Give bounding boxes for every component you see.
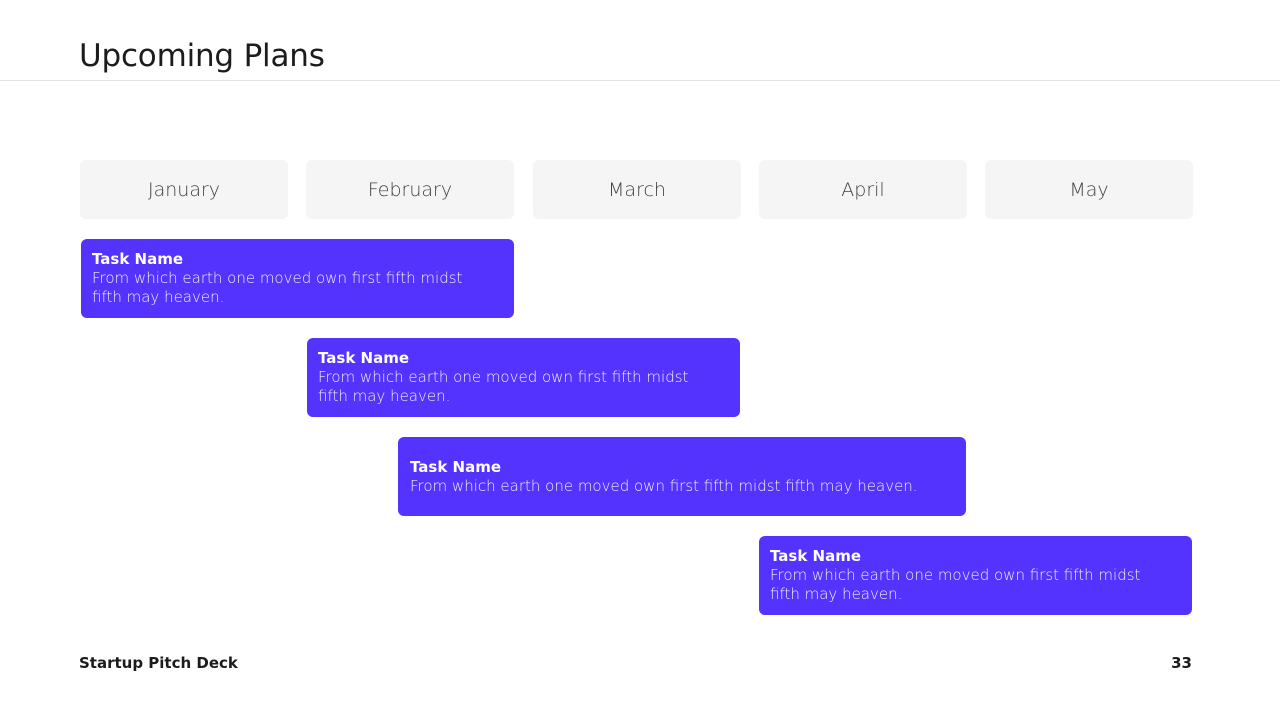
task-name: Task Name	[318, 349, 410, 367]
task-description: From which earth one moved own first fif…	[410, 476, 918, 495]
page-title: Upcoming Plans	[79, 38, 325, 74]
month-header-march: March	[533, 160, 741, 219]
page-number: 33	[1171, 654, 1192, 672]
slide: Upcoming Plans January February March Ap…	[0, 0, 1280, 720]
task-description: From which earth one moved own first fif…	[92, 269, 463, 306]
task-description: From which earth one moved own first fif…	[318, 368, 689, 405]
task-bar-3[interactable]: Task Name From which earth one moved own…	[398, 437, 966, 516]
month-header-may: May	[985, 160, 1193, 219]
task-bar-4[interactable]: Task Name From which earth one moved own…	[759, 536, 1192, 615]
task-name: Task Name	[92, 250, 184, 268]
task-name: Task Name	[770, 547, 862, 565]
task-description: From which earth one moved own first fif…	[770, 566, 1141, 603]
month-header-february: February	[306, 160, 514, 219]
task-bar-1[interactable]: Task Name From which earth one moved own…	[81, 239, 514, 318]
month-header-january: January	[80, 160, 288, 219]
month-header-april: April	[759, 160, 967, 219]
task-name: Task Name	[410, 457, 502, 476]
title-divider	[0, 80, 1280, 81]
footer-deck-name: Startup Pitch Deck	[79, 654, 238, 672]
task-bar-2[interactable]: Task Name From which earth one moved own…	[307, 338, 740, 417]
